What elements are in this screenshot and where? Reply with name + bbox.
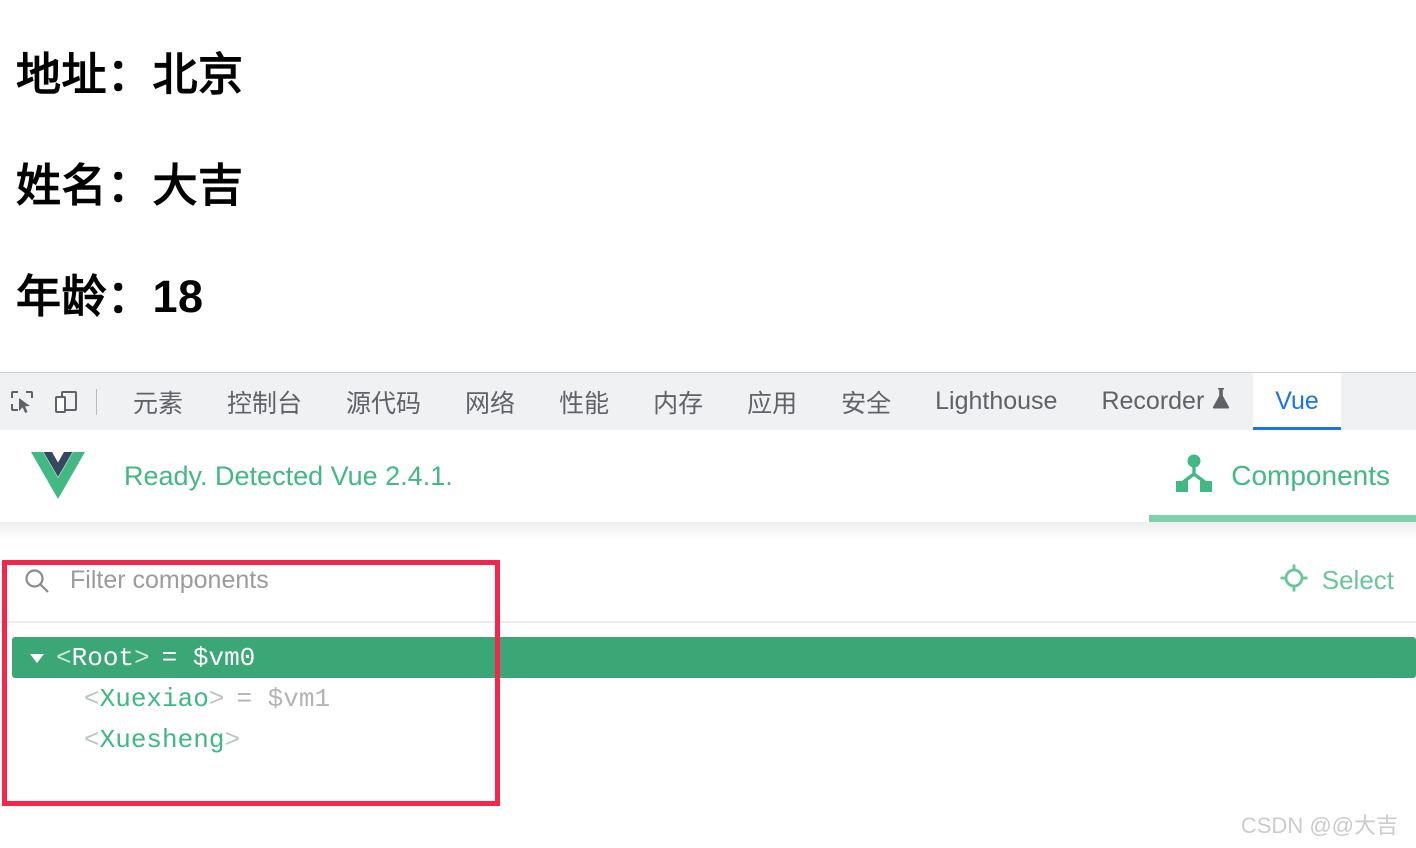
page-line-age: 年龄：18 [16,271,204,322]
toolbar-divider [96,388,97,415]
tree-row[interactable]: < Root > = $vm0 [12,637,1416,678]
tab-elements[interactable]: 元素 [111,373,205,431]
tab-security[interactable]: 安全 [819,373,913,431]
vue-status-text: Ready. Detected Vue 2.4.1. [124,460,453,491]
eq-sign: = [161,642,193,673]
header-shadow [0,522,1416,540]
csdn-watermark: CSDN @@大吉 [1240,813,1398,838]
tab-sources[interactable]: 源代码 [324,373,443,431]
vue-logo [26,447,90,505]
tab-application[interactable]: 应用 [725,373,819,431]
open-bracket: < [84,724,100,755]
vm-name: $vm0 [192,642,256,673]
component-name: Root [71,642,135,673]
tab-label: 源代码 [346,389,422,418]
tree-row-label: < Xuexiao > = $vm1 [84,684,330,714]
filter-row: Select [0,540,1416,623]
tab-label: Recorder [1101,387,1205,415]
tab-vue[interactable]: Vue [1253,372,1341,431]
vm-ref: = $vm1 [236,684,330,714]
device-toolbar-icon[interactable] [44,380,88,424]
tree-row-label: < Xuesheng > [84,725,240,755]
tree-row-label: < Root > = $vm0 [56,643,255,673]
open-bracket: < [56,642,72,673]
tab-label: 性能 [559,389,610,418]
page-line-address: 地址：北京 [16,49,244,100]
close-bracket: > [208,683,225,714]
vue-devtools-header: Ready. Detected Vue 2.4.1. Components [0,430,1416,522]
tab-label: 内存 [653,389,704,418]
tab-network[interactable]: 网络 [443,373,537,431]
inspect-element-icon[interactable] [0,380,44,424]
tab-label: 控制台 [227,389,303,418]
vm-name: $vm1 [267,683,331,714]
chevron-down-icon[interactable] [22,648,52,668]
tab-label: 应用 [747,389,798,418]
tab-console[interactable]: 控制台 [205,373,324,431]
eq-sign: = [236,683,268,714]
flask-icon [1211,386,1231,417]
tab-performance[interactable]: 性能 [537,373,631,431]
devtools-tab-bar: 元素 控制台 源代码 网络 性能 内存 应用 安全 Lighthouse Rec… [0,372,1416,431]
component-name: Xuexiao [99,683,209,714]
close-bracket: > [224,724,241,755]
components-tree-icon [1173,454,1215,499]
tab-label: 安全 [841,389,892,418]
tree-row[interactable]: < Xuexiao > = $vm1 [0,678,1416,719]
tab-memory[interactable]: 内存 [631,373,725,431]
component-name: Xuesheng [99,724,225,755]
open-bracket: < [84,683,100,714]
vue-tab-label: Components [1231,460,1390,491]
tab-label: 网络 [465,389,516,418]
search-icon [20,564,54,598]
screenshot-root: 地址：北京 姓名：大吉 年龄：18 元素 控制台 源代码 网络 性能 内存 应用… [0,0,1416,848]
page-line-name: 姓名：大吉 [16,160,244,211]
target-crosshair-icon [1279,563,1309,598]
close-bracket: > [134,642,150,673]
tab-recorder[interactable]: Recorder [1079,373,1253,431]
vue-components-panel: Select <Root>= $vm0 <Xuexiao>= $vm1 [0,540,1416,848]
rendered-page-content: 地址：北京 姓名：大吉 年龄：18 [0,0,1416,372]
tab-label: Vue [1275,387,1319,415]
vue-tab-components[interactable]: Components [1149,430,1416,522]
tree-row[interactable]: < Xuesheng > [0,719,1416,760]
vm-ref: = $vm0 [162,643,256,673]
select-button-label: Select [1321,565,1394,595]
tab-label: 元素 [133,389,184,418]
component-tree: < Root > = $vm0 < Xuexiao > = $vm1 < Xuesheng > [0,623,1416,760]
tab-label: Lighthouse [935,387,1058,415]
tab-lighthouse[interactable]: Lighthouse [913,373,1079,431]
select-component-button[interactable]: Select [1271,559,1402,602]
filter-components-input[interactable] [70,566,490,595]
